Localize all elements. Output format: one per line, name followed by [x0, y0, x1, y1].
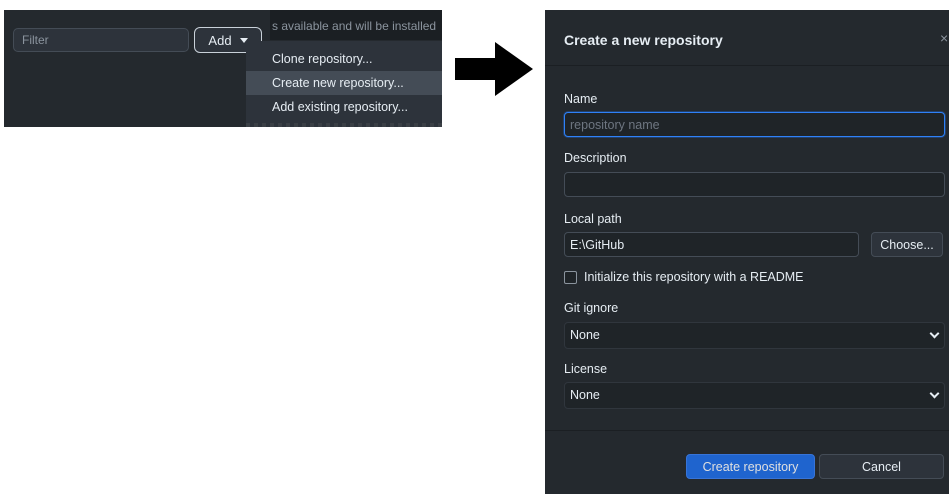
chevron-down-icon	[929, 388, 940, 399]
license-selected-value: None	[570, 388, 600, 402]
update-banner-text: s available and will be installed	[272, 19, 437, 33]
menu-item-clone-repository[interactable]: Clone repository...	[246, 47, 442, 71]
filter-input[interactable]	[13, 28, 189, 52]
repository-list-panel: Add s available and will be installed Cl…	[4, 10, 442, 127]
menu-bottom-edge	[246, 123, 442, 127]
gitignore-selected-value: None	[570, 328, 600, 342]
create-repository-dialog: Create a new repository × Name Descripti…	[545, 10, 949, 494]
dialog-header: Create a new repository ×	[545, 10, 949, 66]
menu-item-create-new-repository[interactable]: Create new repository...	[246, 71, 442, 95]
chevron-down-icon	[929, 328, 940, 339]
gitignore-label: Git ignore	[564, 301, 619, 315]
update-banner: s available and will be installed	[270, 10, 442, 40]
right-arrow-icon	[455, 42, 533, 96]
description-input[interactable]	[564, 172, 945, 197]
readme-checkbox-row[interactable]: Initialize this repository with a README	[564, 270, 804, 284]
menu-item-add-existing-repository[interactable]: Add existing repository...	[246, 95, 442, 119]
name-input[interactable]	[564, 112, 945, 137]
description-label: Description	[564, 151, 627, 165]
cancel-button[interactable]: Cancel	[819, 454, 944, 479]
add-dropdown-menu: Clone repository... Create new repositor…	[246, 41, 442, 127]
dialog-title: Create a new repository	[564, 32, 723, 48]
license-label: License	[564, 362, 608, 376]
add-button-label: Add	[208, 32, 232, 48]
create-repository-button[interactable]: Create repository	[686, 454, 815, 479]
license-select[interactable]: None	[564, 382, 945, 409]
footer-divider	[545, 430, 949, 431]
choose-button[interactable]: Choose...	[871, 232, 943, 257]
name-label: Name	[564, 92, 598, 106]
local-path-input[interactable]	[564, 232, 859, 257]
readme-checkbox[interactable]	[564, 270, 577, 284]
readme-checkbox-label: Initialize this repository with a README	[584, 270, 804, 284]
local-path-label: Local path	[564, 212, 622, 226]
gitignore-select[interactable]: None	[564, 322, 945, 349]
close-icon[interactable]: ×	[940, 30, 948, 46]
